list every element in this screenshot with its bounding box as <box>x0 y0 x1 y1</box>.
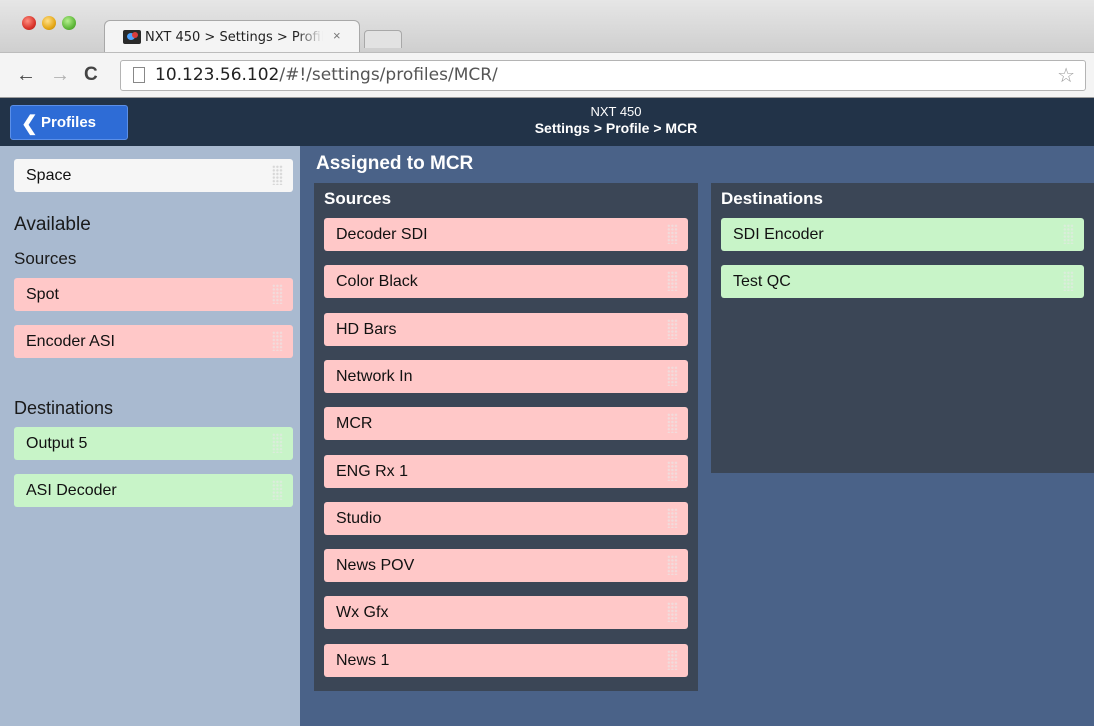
browser-tab[interactable]: NXT 450 > Settings > Profiles × <box>104 20 360 52</box>
drag-handle-icon[interactable] <box>272 284 283 304</box>
address-bar[interactable]: 10.123.56.102/#!/settings/profiles/MCR/ … <box>120 60 1086 91</box>
reload-icon[interactable]: C <box>84 63 98 87</box>
assigned-source-item[interactable]: MCR <box>324 407 688 440</box>
drag-handle-icon[interactable] <box>667 650 678 670</box>
app-header: ❮ Profiles NXT 450 Settings > Profile > … <box>0 98 1094 146</box>
breadcrumb: Settings > Profile > MCR <box>534 120 698 136</box>
assigned-source-item[interactable]: News 1 <box>324 644 688 677</box>
favicon-icon <box>123 30 141 44</box>
assigned-source-item[interactable]: HD Bars <box>324 313 688 346</box>
drag-handle-icon[interactable] <box>667 366 678 386</box>
assigned-title: Assigned to MCR <box>316 153 474 174</box>
assigned-source-item[interactable]: Decoder SDI <box>324 218 688 251</box>
available-sidebar: Space Available Sources Spot Encoder ASI… <box>0 146 300 726</box>
assigned-destination-item[interactable]: Test QC <box>721 265 1084 298</box>
available-source-item[interactable]: Spot <box>14 278 293 311</box>
assigned-source-item[interactable]: ENG Rx 1 <box>324 455 688 488</box>
drag-handle-icon[interactable] <box>667 508 678 528</box>
page-icon <box>133 67 145 83</box>
item-label: Decoder SDI <box>336 226 428 243</box>
tab-close-icon[interactable]: × <box>333 28 341 43</box>
destinations-panel-title: Destinations <box>721 189 824 208</box>
available-destinations-heading: Destinations <box>14 398 114 418</box>
url-text[interactable]: 10.123.56.102/#!/settings/profiles/MCR/ <box>155 65 498 85</box>
drag-handle-icon[interactable] <box>272 433 283 453</box>
drag-handle-icon[interactable] <box>667 602 678 622</box>
drag-handle-icon[interactable] <box>667 319 678 339</box>
item-label: Encoder ASI <box>26 333 115 350</box>
back-arrow-icon[interactable]: ← <box>16 63 36 87</box>
drag-handle-icon[interactable] <box>1063 271 1074 291</box>
item-label: Wx Gfx <box>336 604 389 621</box>
available-source-item[interactable]: Encoder ASI <box>14 325 293 358</box>
assigned-destinations-panel: Destinations SDI Encoder Test QC <box>711 183 1094 473</box>
item-label: MCR <box>336 415 373 432</box>
item-label: Color Black <box>336 273 418 290</box>
zoom-window-button[interactable] <box>62 16 76 30</box>
item-label: News 1 <box>336 652 390 669</box>
drag-handle-icon[interactable] <box>1063 224 1074 244</box>
url-host: 10.123.56.102 <box>155 65 280 85</box>
drag-handle-icon[interactable] <box>667 555 678 575</box>
item-label: HD Bars <box>336 321 397 338</box>
drag-handle-icon[interactable] <box>272 331 283 351</box>
item-label: Space <box>26 167 72 184</box>
url-path: /#!/settings/profiles/MCR/ <box>279 65 498 85</box>
minimize-window-button[interactable] <box>42 16 56 30</box>
close-window-button[interactable] <box>22 16 36 30</box>
available-destination-item[interactable]: ASI Decoder <box>14 474 293 507</box>
drag-handle-icon[interactable] <box>667 271 678 291</box>
item-label: ASI Decoder <box>26 482 117 499</box>
item-label: Studio <box>336 510 382 527</box>
assigned-source-item[interactable]: News POV <box>324 549 688 582</box>
assigned-destination-item[interactable]: SDI Encoder <box>721 218 1084 251</box>
sources-panel-title: Sources <box>324 189 392 208</box>
available-heading: Available <box>14 214 91 235</box>
item-label: News POV <box>336 557 415 574</box>
item-label: Network In <box>336 368 413 385</box>
assigned-source-item[interactable]: Network In <box>324 360 688 393</box>
item-label: Spot <box>26 286 59 303</box>
available-sources-heading: Sources <box>14 249 77 268</box>
drag-handle-icon[interactable] <box>272 480 283 500</box>
drag-handle-icon[interactable] <box>667 224 678 244</box>
browser-toolbar: ← → C 10.123.56.102/#!/settings/profiles… <box>0 52 1094 98</box>
bookmark-star-icon[interactable]: ☆ <box>1057 63 1075 88</box>
assigned-area: Assigned to MCR Sources Decoder SDI Colo… <box>300 146 1094 726</box>
assigned-sources-panel: Sources Decoder SDI Color Black HD Bars … <box>314 183 698 691</box>
space-item[interactable]: Space <box>14 159 293 192</box>
assigned-source-item[interactable]: Color Black <box>324 265 688 298</box>
assigned-source-item[interactable]: Wx Gfx <box>324 596 688 629</box>
drag-handle-icon[interactable] <box>667 413 678 433</box>
new-tab-button[interactable] <box>364 30 402 48</box>
drag-handle-icon[interactable] <box>272 165 283 185</box>
item-label: Test QC <box>733 273 791 290</box>
forward-arrow-icon[interactable]: → <box>50 63 70 87</box>
item-label: SDI Encoder <box>733 226 824 243</box>
item-label: Output 5 <box>26 435 88 452</box>
item-label: ENG Rx 1 <box>336 463 409 480</box>
available-destination-item[interactable]: Output 5 <box>14 427 293 460</box>
browser-tab-bar: NXT 450 > Settings > Profiles × <box>0 0 1094 52</box>
drag-handle-icon[interactable] <box>667 461 678 481</box>
assigned-source-item[interactable]: Studio <box>324 502 688 535</box>
device-name: NXT 450 <box>590 104 642 119</box>
tab-title: NXT 450 > Settings > Profiles <box>145 30 323 45</box>
